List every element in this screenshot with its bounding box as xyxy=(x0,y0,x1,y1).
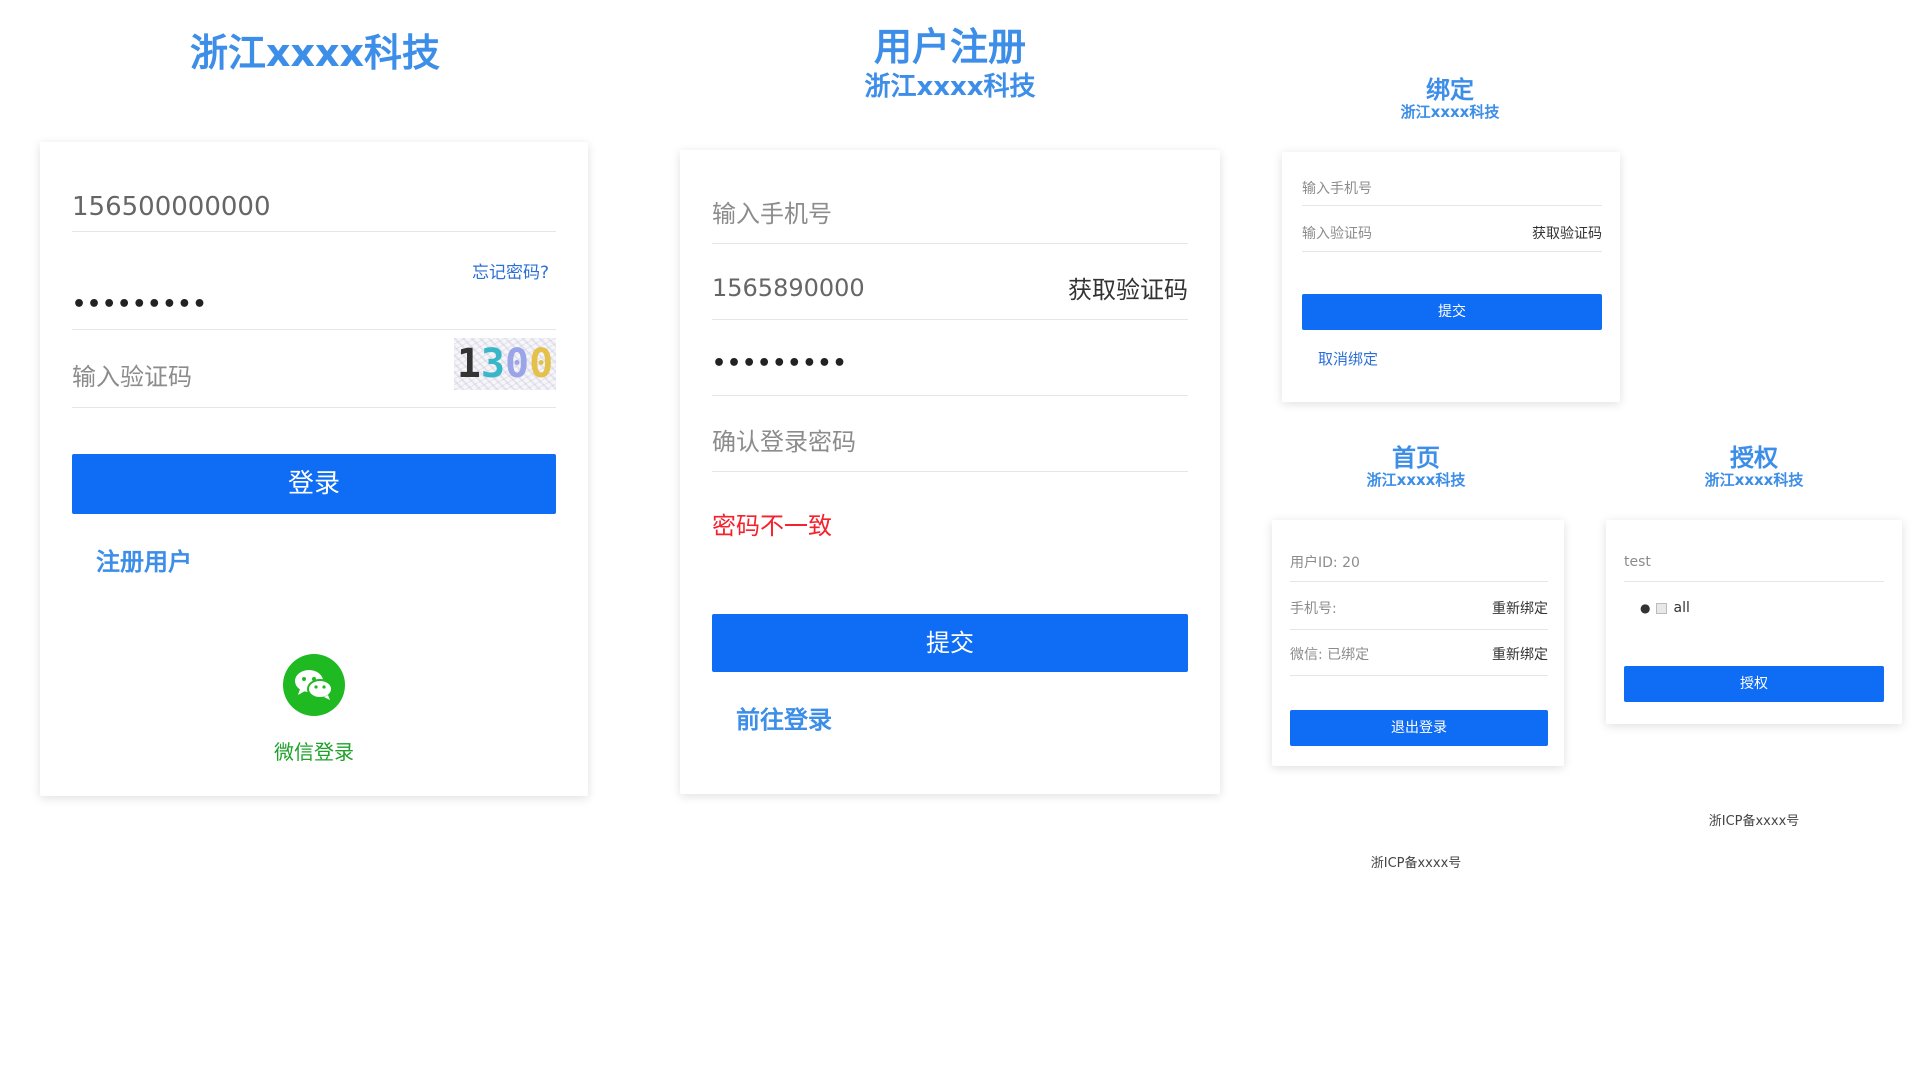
wechat-login-label[interactable]: 微信登录 xyxy=(40,736,588,765)
scope-checkbox[interactable] xyxy=(1656,602,1668,614)
bind-phone-input[interactable]: 输入手机号 xyxy=(1302,178,1372,198)
bind-phone-field[interactable]: 输入手机号 xyxy=(1302,170,1602,206)
authorize-button[interactable]: 授权 xyxy=(1624,666,1884,702)
reg-phone-field[interactable]: 输入手机号 xyxy=(712,180,1188,244)
bullet-icon: ● xyxy=(1640,601,1651,615)
register-submit-button[interactable]: 提交 xyxy=(712,614,1188,672)
bind-subtitle: 浙江xxxx科技 xyxy=(1400,103,1500,121)
phone-input[interactable]: 156500000000 xyxy=(72,192,271,222)
get-code-button[interactable]: 获取验证码 xyxy=(1068,270,1188,305)
captcha-image[interactable]: 1300 xyxy=(454,338,556,390)
auth-title: 授权 xyxy=(1730,444,1778,472)
bind-code-field[interactable]: 输入验证码 获取验证码 xyxy=(1302,214,1602,252)
goto-login-link[interactable]: 前往登录 xyxy=(736,700,832,735)
reg-confirm-field[interactable]: 确认登录密码 xyxy=(712,408,1188,472)
reg-code-input[interactable]: 1565890000 xyxy=(712,274,865,302)
reg-password-input[interactable]: ••••••••• xyxy=(712,351,848,376)
bind-submit-button[interactable]: 提交 xyxy=(1302,294,1602,330)
bind-get-code-button[interactable]: 获取验证码 xyxy=(1532,223,1602,243)
logout-button[interactable]: 退出登录 xyxy=(1290,710,1548,746)
app-name-row: test xyxy=(1624,542,1884,582)
home-subtitle: 浙江xxxx科技 xyxy=(1366,471,1466,489)
app-name-text: test xyxy=(1624,553,1651,570)
register-subtitle: 浙江xxxx科技 xyxy=(864,72,1036,102)
password-input[interactable]: ••••••••• xyxy=(72,292,208,317)
rebind-phone-button[interactable]: 重新绑定 xyxy=(1492,598,1548,618)
home-icp-footer[interactable]: 浙ICP备xxxx号 xyxy=(1316,852,1516,871)
password-mismatch-error: 密码不一致 xyxy=(712,512,832,540)
password-field[interactable]: ••••••••• xyxy=(72,280,556,330)
user-id-text: 用户ID: 20 xyxy=(1290,554,1360,571)
bind-title: 绑定 xyxy=(1426,76,1474,104)
phone-label: 手机号: xyxy=(1290,600,1337,617)
cancel-bind-link[interactable]: 取消绑定 xyxy=(1318,348,1378,369)
rebind-wechat-button[interactable]: 重新绑定 xyxy=(1492,644,1548,664)
captcha-input[interactable]: 输入验证码 xyxy=(72,357,192,392)
login-card: 156500000000 忘记密码? ••••••••• 输入验证码 1300 … xyxy=(40,142,588,796)
reg-password-field[interactable]: ••••••••• xyxy=(712,332,1188,396)
scope-label: all xyxy=(1673,600,1690,616)
wechat-status-label: 微信: 已绑定 xyxy=(1290,646,1370,663)
phone-field[interactable]: 156500000000 xyxy=(72,182,556,232)
login-title: 浙江xxxx科技 xyxy=(189,31,441,75)
register-card: 输入手机号 1565890000 获取验证码 ••••••••• 确认登录密码 … xyxy=(680,150,1220,794)
reg-code-field[interactable]: 1565890000 获取验证码 xyxy=(712,256,1188,320)
phone-row: 手机号: 重新绑定 xyxy=(1290,586,1548,630)
bind-card: 输入手机号 输入验证码 获取验证码 提交 取消绑定 xyxy=(1282,152,1620,402)
scope-item: ● all xyxy=(1640,600,1690,616)
reg-confirm-input[interactable]: 确认登录密码 xyxy=(712,422,856,457)
login-button[interactable]: 登录 xyxy=(72,454,556,514)
home-title: 首页 xyxy=(1392,444,1440,472)
register-link[interactable]: 注册用户 xyxy=(96,542,192,577)
auth-subtitle: 浙江xxxx科技 xyxy=(1704,471,1804,489)
wechat-row: 微信: 已绑定 重新绑定 xyxy=(1290,632,1548,676)
auth-icp-footer[interactable]: 浙ICP备xxxx号 xyxy=(1654,810,1854,829)
bind-code-input[interactable]: 输入验证码 xyxy=(1302,223,1372,243)
user-id-row: 用户ID: 20 xyxy=(1290,542,1548,582)
reg-phone-input[interactable]: 输入手机号 xyxy=(712,194,832,229)
wechat-login-icon[interactable] xyxy=(283,654,345,716)
home-card: 用户ID: 20 手机号: 重新绑定 微信: 已绑定 重新绑定 退出登录 xyxy=(1272,520,1564,766)
register-title: 用户注册 xyxy=(873,25,1026,69)
auth-card: test ● all 授权 xyxy=(1606,520,1902,724)
